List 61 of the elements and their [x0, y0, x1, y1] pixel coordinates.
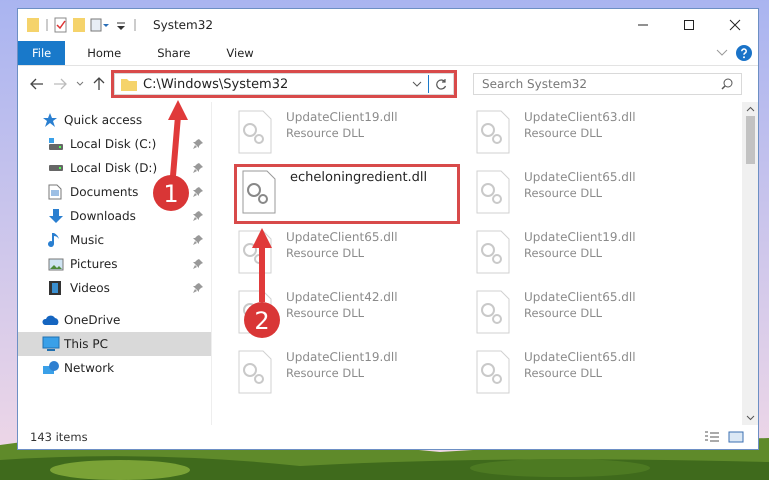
monitor-icon: [42, 336, 60, 352]
file-type: Resource DLL: [286, 126, 364, 140]
sidebar-item[interactable]: Local Disk (C:): [70, 137, 156, 151]
sidebar-item[interactable]: Local Disk (D:): [70, 161, 158, 175]
sidebar-item[interactable]: OneDrive: [18, 308, 211, 332]
picture-icon: [48, 257, 64, 271]
item-count: 143 items: [30, 430, 88, 444]
help-icon[interactable]: [736, 45, 752, 61]
pin-icon[interactable]: [193, 139, 203, 149]
document-icon: [48, 184, 62, 200]
file-type: Resource DLL: [286, 366, 364, 380]
pin-icon[interactable]: [193, 235, 203, 245]
scrollbar-thumb[interactable]: [746, 116, 754, 164]
details-view-icon[interactable]: [704, 431, 720, 443]
file-type: Resource DLL: [524, 246, 602, 260]
address-bar[interactable]: C:\Windows\System32: [114, 73, 454, 95]
drive-icon: [48, 137, 64, 151]
ribbon-tab[interactable]: View: [212, 41, 268, 65]
cloud-icon: [42, 314, 60, 326]
pin-icon[interactable]: [193, 283, 203, 293]
ribbon-tab[interactable]: Share: [143, 41, 204, 65]
star-icon: [42, 112, 58, 128]
search-icon[interactable]: [721, 78, 733, 90]
file-type: Resource DLL: [524, 186, 602, 200]
up-arrow-icon[interactable]: [93, 77, 105, 91]
folder-icon: [121, 77, 137, 91]
sidebar-item[interactable]: Pictures: [70, 257, 118, 271]
ribbon-tab[interactable]: Home: [73, 41, 136, 65]
back-arrow-icon[interactable]: [30, 78, 44, 90]
scroll-down-icon[interactable]: [746, 415, 754, 421]
sidebar-item[interactable]: Music: [70, 233, 104, 247]
sidebar-item[interactable]: Videos: [70, 281, 110, 295]
dll-file-icon: [242, 170, 276, 214]
refresh-icon[interactable]: [435, 78, 447, 90]
large-icons-view-icon[interactable]: [728, 431, 744, 443]
drive-icon: [48, 164, 64, 172]
file-type: Resource DLL: [524, 306, 602, 320]
file-type: Resource DLL: [286, 306, 364, 320]
pin-icon[interactable]: [193, 187, 203, 197]
chevron-down-icon[interactable]: [412, 81, 422, 87]
window-title: System32: [153, 18, 214, 32]
search-field[interactable]: Search System32: [473, 73, 742, 95]
ribbon-tab[interactable]: File: [18, 41, 66, 65]
sidebar-item[interactable]: Network: [18, 356, 211, 380]
sidebar-item[interactable]: Documents: [70, 185, 138, 199]
file-type: Resource DLL: [286, 246, 364, 260]
file-type: Resource DLL: [524, 126, 602, 140]
network-icon: [42, 360, 60, 376]
pin-icon[interactable]: [193, 163, 203, 173]
scroll-up-icon[interactable]: [746, 106, 754, 112]
download-arrow-icon: [48, 208, 64, 224]
sidebar-item[interactable]: Quick access: [18, 108, 211, 132]
chevron-down-icon[interactable]: [76, 81, 84, 87]
pin-icon[interactable]: [193, 211, 203, 221]
scrollbar[interactable]: [742, 102, 758, 425]
file-item[interactable]: echeloningredient.dll: [234, 164, 460, 224]
file-type: Resource DLL: [524, 366, 602, 380]
film-icon: [48, 280, 62, 296]
sidebar-item[interactable]: Downloads: [70, 209, 136, 223]
sidebar-item[interactable]: This PC: [18, 332, 211, 356]
pin-icon[interactable]: [193, 259, 203, 269]
